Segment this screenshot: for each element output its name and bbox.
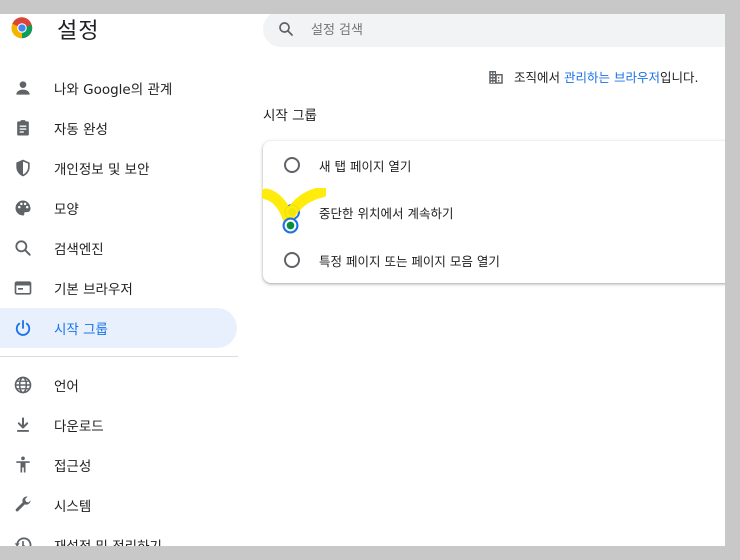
sidebar-item-accessibility[interactable]: 접근성 bbox=[0, 445, 237, 485]
section-title: 시작 그룹 bbox=[263, 108, 317, 124]
restore-icon bbox=[14, 537, 32, 546]
wrench-icon bbox=[15, 496, 31, 512]
startup-option-continue[interactable]: 중단한 위치에서 계속하기 bbox=[263, 188, 725, 236]
sidebar-item-languages[interactable]: 언어 bbox=[0, 365, 237, 405]
page-title: 설정 bbox=[57, 19, 100, 44]
chrome-logo-icon bbox=[11, 17, 33, 39]
sidebar-item-system[interactable]: 시스템 bbox=[0, 485, 237, 525]
selected-radio-overlay-icon bbox=[282, 217, 299, 234]
settings-window: 설정 나와 Google의 관계 자동 완성 개인정보 및 보안 모양 검색엔진 bbox=[0, 14, 725, 546]
managed-notice: 조직에서 관리하는 브라우저 입니다. bbox=[487, 67, 698, 86]
sidebar-item-label: 모양 bbox=[54, 202, 79, 218]
radio-label: 새 탭 페이지 열기 bbox=[319, 158, 412, 174]
sidebar-item-appearance[interactable]: 모양 bbox=[0, 188, 237, 228]
clipboard-icon bbox=[17, 120, 29, 136]
sidebar-item-label: 기본 브라우저 bbox=[54, 282, 133, 298]
search-icon bbox=[279, 22, 293, 36]
startup-option-new-tab[interactable]: 새 탭 페이지 열기 bbox=[263, 141, 725, 189]
person-icon bbox=[16, 81, 30, 95]
managed-notice-prefix: 조직에서 bbox=[514, 70, 564, 85]
browser-window-icon bbox=[14, 281, 32, 295]
startup-option-specific-pages[interactable]: 특정 페이지 또는 페이지 모음 열기 bbox=[263, 236, 725, 284]
sidebar-item-autofill[interactable]: 자동 완성 bbox=[0, 108, 237, 148]
sidebar-item-label: 재설정 및 정리하기 bbox=[54, 535, 162, 546]
startup-options-card: 새 탭 페이지 열기 중단한 위치에서 계속하기 특정 페이지 또는 페이지 모… bbox=[263, 141, 725, 283]
radio-label: 중단한 위치에서 계속하기 bbox=[319, 205, 454, 221]
managed-browser-link[interactable]: 관리하는 브라우저 bbox=[564, 67, 660, 86]
sidebar-item-downloads[interactable]: 다운로드 bbox=[0, 405, 237, 445]
sidebar-item-label: 검색엔진 bbox=[54, 242, 104, 258]
sidebar-item-default-browser[interactable]: 기본 브라우저 bbox=[0, 268, 237, 308]
radio-button[interactable] bbox=[284, 252, 300, 268]
sidebar-item-reset[interactable]: 재설정 및 정리하기 bbox=[0, 525, 237, 546]
building-icon bbox=[489, 70, 503, 84]
sidebar: 나와 Google의 관계 자동 완성 개인정보 및 보안 모양 검색엔진 기본… bbox=[0, 68, 240, 546]
sidebar-item-label: 자동 완성 bbox=[54, 122, 108, 138]
accessibility-icon bbox=[16, 456, 30, 473]
search-input[interactable] bbox=[309, 14, 713, 49]
radio-button[interactable] bbox=[284, 157, 300, 173]
sidebar-item-you-and-google[interactable]: 나와 Google의 관계 bbox=[0, 68, 237, 108]
download-icon bbox=[17, 417, 29, 432]
search-icon bbox=[15, 240, 31, 256]
globe-icon bbox=[14, 376, 32, 394]
radio-label: 특정 페이지 또는 페이지 모음 열기 bbox=[319, 253, 500, 269]
sidebar-item-label: 개인정보 및 보안 bbox=[54, 162, 150, 178]
search-box[interactable] bbox=[263, 14, 725, 49]
sidebar-divider bbox=[0, 356, 238, 357]
sidebar-item-label: 접근성 bbox=[54, 459, 92, 475]
power-icon bbox=[15, 320, 31, 336]
sidebar-item-search-engine[interactable]: 검색엔진 bbox=[0, 228, 237, 268]
sidebar-item-label: 나와 Google의 관계 bbox=[54, 82, 173, 98]
sidebar-item-label: 시작 그룹 bbox=[54, 322, 108, 338]
sidebar-item-label: 다운로드 bbox=[54, 419, 104, 435]
sidebar-item-on-startup[interactable]: 시작 그룹 bbox=[0, 308, 237, 348]
shield-icon bbox=[16, 159, 30, 177]
sidebar-item-privacy[interactable]: 개인정보 및 보안 bbox=[0, 148, 237, 188]
managed-notice-suffix: 입니다. bbox=[659, 70, 699, 85]
sidebar-item-label: 시스템 bbox=[54, 499, 92, 515]
sidebar-item-label: 언어 bbox=[54, 379, 79, 395]
palette-icon bbox=[15, 200, 31, 216]
